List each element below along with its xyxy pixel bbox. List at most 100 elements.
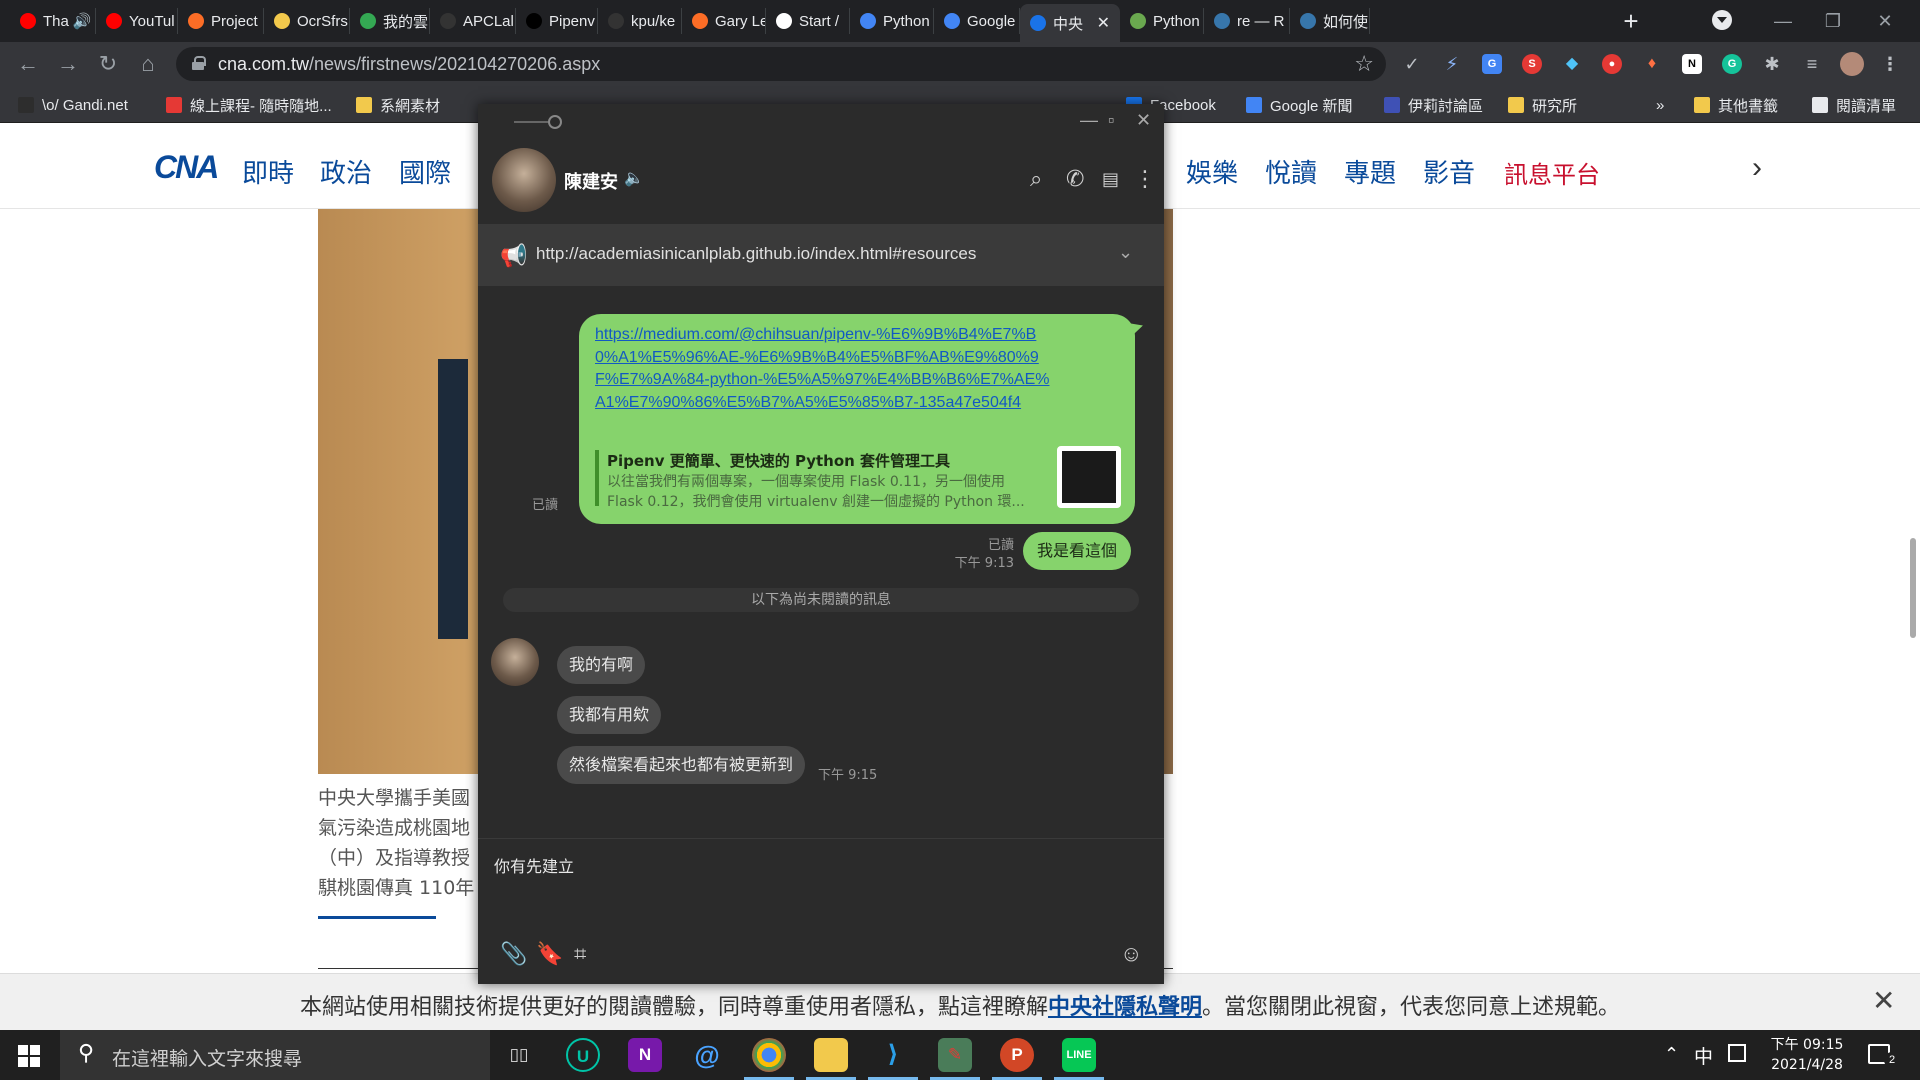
upwork-icon[interactable]: U	[566, 1038, 600, 1072]
search-icon[interactable]: ⌕	[1030, 166, 1042, 192]
browser-tab[interactable]: Python	[1120, 8, 1204, 34]
browser-tab[interactable]: OcrSfrs	[264, 8, 350, 34]
browser-tab[interactable]: 中央 ✕	[1020, 4, 1120, 42]
nav-item-video[interactable]: 影音	[1423, 153, 1475, 190]
line-app-icon[interactable]: LINE	[1054, 1038, 1104, 1080]
contact-avatar[interactable]	[492, 148, 556, 212]
nav-item-reading[interactable]: 悅讀	[1265, 153, 1317, 190]
bookmark-item[interactable]: 閱讀清單	[1812, 95, 1896, 115]
bookmark-star-icon[interactable]: ☆	[1354, 51, 1374, 77]
lock-icon[interactable]	[192, 56, 206, 70]
line-maximize-button[interactable]: ▫	[1108, 110, 1114, 131]
tab-close-icon[interactable]: ✕	[1097, 13, 1110, 33]
message-input[interactable]: 你有先建立	[494, 853, 574, 877]
browser-tab[interactable]: re — R	[1204, 8, 1290, 34]
privacy-link[interactable]: 中央社隱私聲明	[1048, 995, 1202, 1020]
keep-bookmark-icon[interactable]: 🔖	[536, 941, 563, 967]
phone-icon[interactable]: ✆	[1066, 166, 1084, 192]
tray-overflow-chevron-icon[interactable]: ⌃	[1664, 1044, 1679, 1065]
media-control-icon[interactable]: ≡	[1802, 54, 1822, 74]
opacity-slider[interactable]	[514, 115, 562, 129]
announcement-bar[interactable]: 📢 http://academiasinicanlplab.github.io/…	[478, 224, 1164, 286]
diamond-extension-icon[interactable]: ◆	[1562, 54, 1582, 74]
notion-extension-icon[interactable]: N	[1682, 54, 1702, 74]
cookie-close-button[interactable]: ✕	[1872, 984, 1895, 1017]
reload-button[interactable]: ↻	[94, 50, 122, 78]
browser-tab[interactable]: Python	[850, 8, 934, 34]
profile-avatar[interactable]	[1840, 52, 1864, 76]
page-scrollbar[interactable]	[1910, 538, 1916, 638]
new-tab-button[interactable]: +	[1614, 4, 1648, 38]
ime-mode-icon[interactable]	[1728, 1044, 1746, 1062]
message-link[interactable]: https://medium.com/@chihsuan/pipenv-%E6%…	[595, 324, 1055, 414]
window-minimize-button[interactable]: —	[1760, 6, 1806, 36]
window-close-button[interactable]: ✕	[1862, 6, 1908, 36]
nav-item-politics[interactable]: 政治	[320, 153, 372, 190]
address-bar[interactable]: cna.com.tw/news/firstnews/202104270206.a…	[176, 47, 1386, 81]
window-maximize-button[interactable]: ❐	[1810, 6, 1856, 36]
sent-message-bubble[interactable]: https://medium.com/@chihsuan/pipenv-%E6%…	[579, 314, 1135, 524]
link-preview-thumbnail[interactable]	[1057, 446, 1121, 508]
bookmark-item[interactable]: 系網素材	[356, 95, 440, 115]
message-list[interactable]: 已讀 https://medium.com/@chihsuan/pipenv-%…	[478, 286, 1164, 838]
browser-tab[interactable]: YouTul	[96, 8, 178, 34]
cna-logo[interactable]: CNA	[154, 149, 219, 186]
browser-tab[interactable]: kpu/ke	[598, 8, 682, 34]
checkmark-extension-icon[interactable]: ✓	[1402, 54, 1422, 74]
bookmark-item[interactable]: \o/ Gandi.net	[18, 95, 128, 115]
taskbar-search-box[interactable]: ⚲ 在這裡輸入文字來搜尋	[60, 1030, 490, 1080]
tab-search-icon[interactable]	[1712, 10, 1732, 30]
tab-audio-icon[interactable]: 🔊	[73, 12, 92, 30]
link-preview-title[interactable]: Pipenv 更簡單、更快速的 Python 套件管理工具	[607, 450, 950, 471]
browser-tab[interactable]: Gary Le	[682, 8, 766, 34]
chevron-down-icon[interactable]: ⌄	[1118, 242, 1133, 263]
windows-start-button[interactable]	[18, 1045, 40, 1067]
screenshot-crop-icon[interactable]: ⌗	[574, 941, 586, 967]
chrome-icon[interactable]	[744, 1038, 794, 1080]
ime-indicator[interactable]: 中	[1694, 1042, 1713, 1069]
bookmark-item[interactable]: Google 新聞	[1246, 95, 1353, 115]
nav-item-entertainment[interactable]: 娛樂	[1186, 153, 1238, 190]
bookmark-item[interactable]: 伊莉討論區	[1384, 95, 1483, 115]
speaker-icon[interactable]: 🔈	[624, 168, 644, 188]
file-explorer-icon[interactable]	[806, 1038, 856, 1080]
received-message-bubble[interactable]: 我的有啊	[557, 646, 646, 684]
contact-avatar-small[interactable]	[491, 638, 539, 686]
nav-item-features[interactable]: 專題	[1344, 153, 1396, 190]
note-app-icon[interactable]: ✎	[930, 1038, 980, 1080]
bookmark-item[interactable]: 線上課程- 隨時隨地...	[166, 95, 332, 115]
home-button[interactable]: ⌂	[134, 50, 162, 78]
system-clock[interactable]: 下午 09:15 2021/4/28	[1762, 1035, 1852, 1075]
browser-tab[interactable]: Google	[934, 8, 1020, 34]
nav-item-international[interactable]: 國際	[399, 153, 451, 190]
nav-item-instant[interactable]: 即時	[242, 153, 294, 190]
edge-like-app-icon[interactable]: @	[690, 1038, 724, 1072]
notes-icon[interactable]: ▤	[1102, 169, 1119, 190]
onenote-icon[interactable]: N	[628, 1038, 662, 1072]
more-menu-icon[interactable]: ⋮	[1134, 166, 1156, 192]
bolt-extension-icon[interactable]: ⚡	[1442, 54, 1462, 74]
browser-tab[interactable]: Start /	[766, 8, 850, 34]
browser-tab[interactable]: Project	[178, 8, 264, 34]
received-message-bubble[interactable]: 我都有用欸	[557, 696, 662, 734]
line-minimize-button[interactable]: —	[1080, 110, 1098, 131]
received-message-bubble[interactable]: 然後檔案看起來也都有被更新到	[557, 746, 806, 784]
line-titlebar[interactable]: — ▫ ✕	[478, 104, 1164, 138]
vscode-icon[interactable]: ⟩	[868, 1038, 918, 1080]
extensions-puzzle-icon[interactable]: ✱	[1762, 54, 1782, 74]
url-text[interactable]: cna.com.tw/news/firstnews/202104270206.a…	[218, 54, 600, 75]
browser-menu-icon[interactable]: ⋮	[1880, 54, 1900, 74]
attach-file-icon[interactable]: 📎	[500, 941, 527, 967]
sent-message-bubble[interactable]: 我是看這個	[1023, 532, 1132, 570]
record-extension-icon[interactable]: ●	[1602, 54, 1622, 74]
line-close-button[interactable]: ✕	[1136, 110, 1151, 131]
task-view-icon[interactable]: ▯▯	[502, 1038, 536, 1072]
grammarly-extension-icon[interactable]: G	[1722, 54, 1742, 74]
nav-item-message-platform[interactable]: 訊息平台	[1504, 155, 1600, 190]
browser-tab[interactable]: Pipenv	[516, 8, 598, 34]
browser-tab[interactable]: 如何使	[1290, 8, 1370, 34]
fire-extension-icon[interactable]: ♦	[1642, 54, 1662, 74]
browser-tab[interactable]: 我的雲	[350, 8, 430, 34]
bookmark-item[interactable]: »	[1656, 95, 1664, 115]
forward-button[interactable]: →	[54, 50, 82, 78]
